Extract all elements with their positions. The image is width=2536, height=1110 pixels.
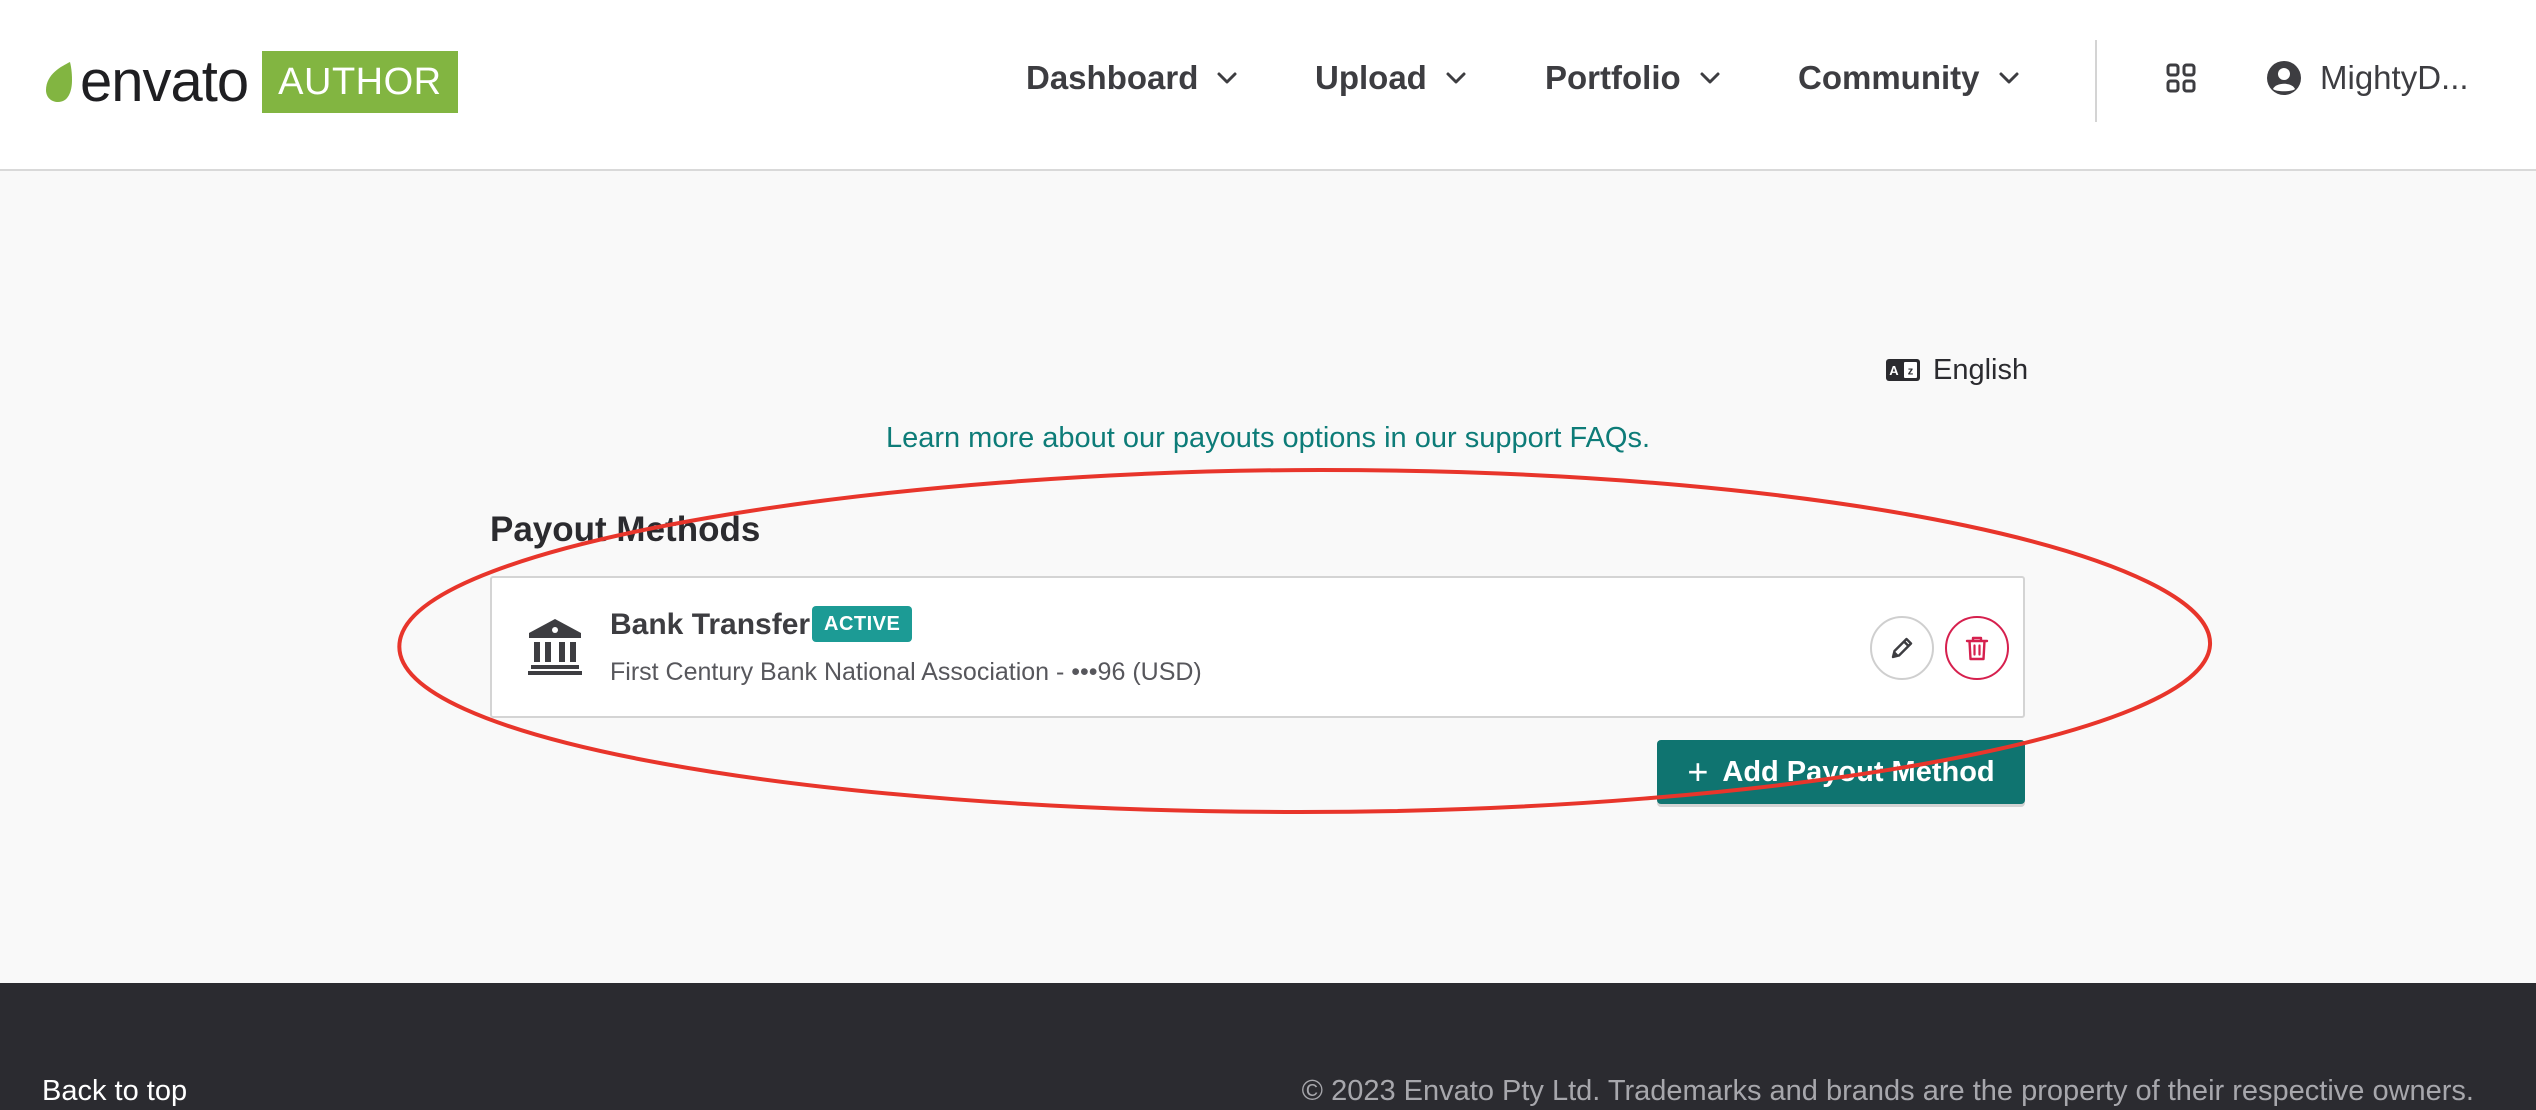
back-to-top-link[interactable]: Back to top bbox=[42, 1075, 187, 1108]
logo-wordmark: envato bbox=[80, 49, 249, 114]
edit-payout-button[interactable] bbox=[1870, 616, 1934, 680]
nav-portfolio-label: Portfolio bbox=[1545, 59, 1681, 96]
nav-upload[interactable]: Upload bbox=[1315, 48, 1467, 108]
grid-icon[interactable] bbox=[2165, 62, 2197, 94]
chevron-down-icon bbox=[1999, 72, 2018, 84]
nav-divider bbox=[2095, 40, 2097, 122]
payout-method-title: Bank Transfer bbox=[610, 608, 811, 641]
chevron-down-icon bbox=[1446, 72, 1466, 84]
svg-text:z: z bbox=[1908, 366, 1914, 378]
payout-method-description: First Century Bank National Association … bbox=[610, 658, 1202, 686]
nav-community[interactable]: Community bbox=[1798, 48, 2020, 108]
payout-method-card: Bank Transfer ACTIVE First Century Bank … bbox=[490, 576, 2025, 718]
payout-methods-heading: Payout Methods bbox=[490, 510, 761, 549]
status-badge: ACTIVE bbox=[812, 606, 913, 642]
envato-author-logo[interactable]: envato AUTHOR bbox=[40, 50, 458, 114]
svg-text:A: A bbox=[1889, 363, 1899, 378]
user-circle-icon bbox=[2267, 61, 2301, 95]
user-menu[interactable]: MightyD... bbox=[2266, 48, 2469, 108]
translate-icon: A z bbox=[1886, 359, 1920, 381]
add-payout-method-button[interactable]: + Add Payout Method bbox=[1657, 740, 2025, 804]
plus-icon: + bbox=[1687, 751, 1709, 792]
language-label: English bbox=[1933, 353, 2029, 386]
bank-icon bbox=[528, 619, 582, 675]
pencil-icon bbox=[1891, 637, 1913, 659]
copyright-text: © 2023 Envato Pty Ltd. Trademarks and br… bbox=[1301, 1075, 2474, 1107]
nav-dashboard-label: Dashboard bbox=[1026, 59, 1199, 96]
nav-upload-label: Upload bbox=[1315, 59, 1427, 96]
add-payout-method-label: Add Payout Method bbox=[1722, 755, 1995, 788]
language-selector[interactable]: A z English bbox=[1885, 350, 2028, 390]
nav-dashboard[interactable]: Dashboard bbox=[1026, 48, 1238, 108]
trash-icon bbox=[1965, 636, 1989, 661]
logo-author-badge: AUTHOR bbox=[262, 51, 458, 113]
chevron-down-icon bbox=[1217, 72, 1237, 84]
envato-leaf-icon bbox=[46, 62, 72, 102]
delete-payout-button[interactable] bbox=[1945, 616, 2009, 680]
site-footer: Back to top © 2023 Envato Pty Ltd. Trade… bbox=[0, 983, 2536, 1110]
payouts-faq-link[interactable]: Learn more about our payouts options in … bbox=[0, 422, 2536, 455]
nav-community-label: Community bbox=[1798, 59, 1980, 96]
nav-portfolio[interactable]: Portfolio bbox=[1545, 48, 1721, 108]
user-name: MightyD... bbox=[2320, 59, 2469, 96]
site-header: envato AUTHOR Dashboard Upload Portfolio… bbox=[0, 0, 2536, 171]
chevron-down-icon bbox=[1700, 72, 1720, 84]
